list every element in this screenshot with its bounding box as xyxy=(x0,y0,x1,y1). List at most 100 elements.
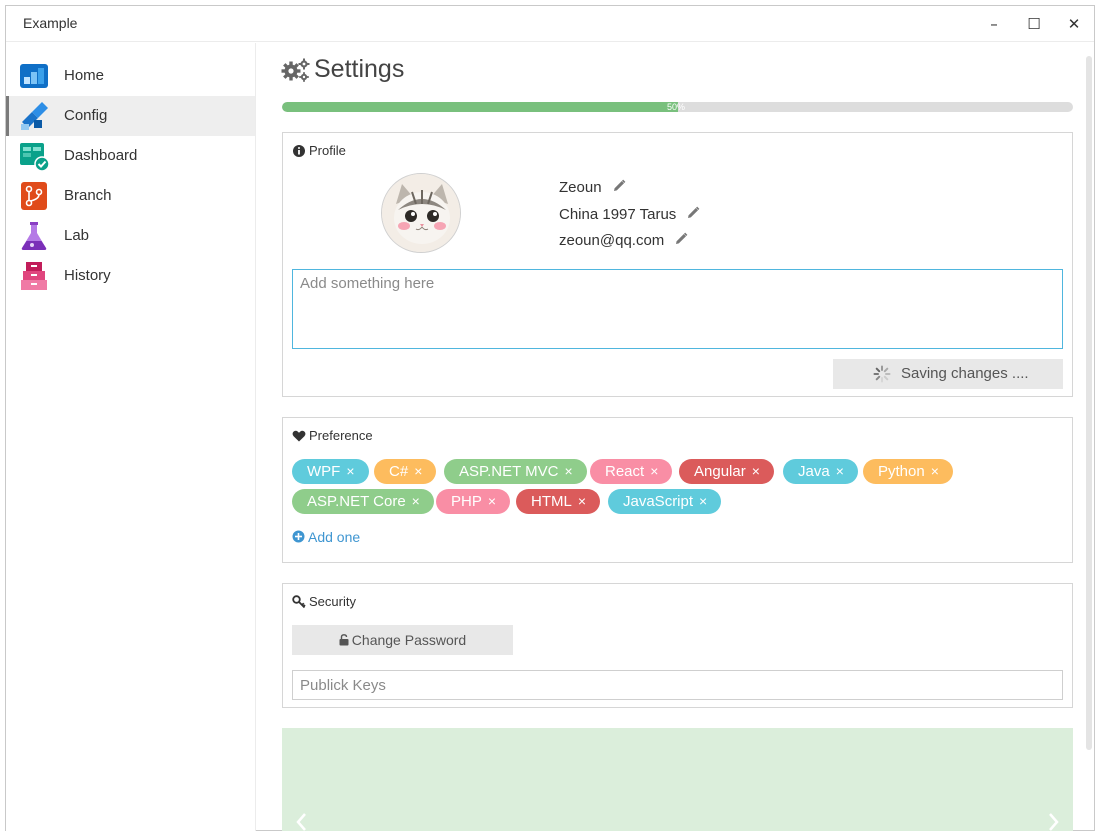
sidebar-item-label: Lab xyxy=(64,227,90,244)
tag-label: ASP.NET MVC xyxy=(459,463,559,480)
tag-remove-icon[interactable]: × xyxy=(650,463,658,479)
add-tag-link[interactable]: Add one xyxy=(292,529,360,545)
add-tag-label: Add one xyxy=(308,529,361,545)
info-circle-icon xyxy=(293,145,305,157)
window-title: Example xyxy=(23,15,78,31)
profile-card: Profile Zeoun China 1997 Tarus zeoun@qq.… xyxy=(282,132,1073,397)
tag-remove-icon[interactable]: × xyxy=(412,493,420,509)
home-icon xyxy=(20,64,48,88)
tag-label: C# xyxy=(389,463,409,480)
change-password-button[interactable]: Change Password xyxy=(292,625,513,655)
sidebar-item-home[interactable]: Home xyxy=(6,56,255,96)
history-icon xyxy=(21,262,47,290)
public-keys-input[interactable] xyxy=(292,670,1063,700)
maximize-button[interactable]: ☐ xyxy=(1019,12,1049,36)
tag-label: JavaScript xyxy=(623,493,694,510)
carousel xyxy=(282,728,1073,831)
sidebar-item-label: Dashboard xyxy=(64,147,138,164)
cat-avatar[interactable] xyxy=(381,173,461,253)
tag-remove-icon[interactable]: × xyxy=(752,463,760,479)
tag-python[interactable]: Python × xyxy=(863,459,953,484)
tag-remove-icon[interactable]: × xyxy=(836,463,844,479)
edit-pencil-icon[interactable] xyxy=(612,179,626,193)
config-icon xyxy=(21,102,48,130)
tag-react[interactable]: React × xyxy=(590,459,673,484)
tag-remove-icon[interactable]: × xyxy=(699,493,707,509)
progress-bar: 50% xyxy=(282,102,1073,112)
unlock-icon xyxy=(339,634,349,646)
avatar-image xyxy=(382,174,460,252)
profile-location-row: China 1997 Tarus xyxy=(559,206,700,223)
profile-email: zeoun@qq.com xyxy=(559,232,665,249)
branch-icon xyxy=(21,182,47,210)
profile-name-row: Zeoun xyxy=(559,179,626,196)
sidebar-item-label: Home xyxy=(64,67,105,84)
tag-remove-icon[interactable]: × xyxy=(578,493,586,509)
heart-icon xyxy=(292,430,306,442)
save-button-label: Saving changes .... xyxy=(901,365,1029,382)
tag-remove-icon[interactable]: × xyxy=(488,493,496,509)
plus-circle-icon xyxy=(292,530,305,543)
sidebar-nav: Home Config Dashboard Branch Lab History xyxy=(6,43,256,831)
progress-text: 50% xyxy=(667,102,686,112)
sidebar-item-lab[interactable]: Lab xyxy=(6,216,255,256)
sidebar-item-config[interactable]: Config xyxy=(6,96,255,136)
tag-java[interactable]: Java × xyxy=(783,459,858,484)
tag-wpf[interactable]: WPF × xyxy=(292,459,369,484)
lab-flask-icon xyxy=(21,222,47,250)
tag-label: PHP xyxy=(451,493,482,510)
sidebar-item-history[interactable]: History xyxy=(6,256,255,296)
profile-note-input[interactable] xyxy=(292,269,1063,349)
preference-card: Preference WPF × C# × ASP.NET MVC × React × … xyxy=(282,417,1073,563)
page-title: Settings xyxy=(314,55,405,83)
tag-aspnet-mvc[interactable]: ASP.NET MVC × xyxy=(444,459,587,484)
tag-remove-icon[interactable]: × xyxy=(931,463,939,479)
tag-label: ASP.NET Core xyxy=(307,493,406,510)
vertical-scrollbar[interactable] xyxy=(1086,56,1092,750)
tag-remove-icon[interactable]: × xyxy=(564,463,572,479)
dashboard-icon xyxy=(20,143,50,172)
sidebar-item-label: Branch xyxy=(64,187,112,204)
profile-heading-label: Profile xyxy=(309,143,346,158)
tag-javascript[interactable]: JavaScript × xyxy=(608,489,722,514)
edit-pencil-icon[interactable] xyxy=(674,232,688,246)
close-button[interactable]: ✕ xyxy=(1059,12,1089,36)
chevron-left-icon[interactable] xyxy=(292,810,312,831)
active-indicator xyxy=(6,96,9,136)
security-heading-label: Security xyxy=(309,594,356,609)
tag-remove-icon[interactable]: × xyxy=(414,463,422,479)
save-changes-button[interactable]: Saving changes .... xyxy=(833,359,1063,389)
tag-label: HTML xyxy=(531,493,572,510)
profile-name: Zeoun xyxy=(559,179,602,196)
profile-email-row: zeoun@qq.com xyxy=(559,232,688,249)
gears-icon xyxy=(281,58,310,82)
progress-fill xyxy=(282,102,678,112)
tag-angular[interactable]: Angular × xyxy=(679,459,774,484)
sidebar-item-label: Config xyxy=(64,107,108,124)
security-card: Security Change Password xyxy=(282,583,1073,708)
app-window: Example – ☐ ✕ Home Config Dashboard Bran… xyxy=(5,5,1095,831)
tag-label: Angular xyxy=(694,463,746,480)
preference-heading-label: Preference xyxy=(309,428,373,443)
settings-content: Settings 50% Profile Zeoun China 1997 Ta… xyxy=(257,43,1094,831)
tag-label: Python xyxy=(878,463,925,480)
tag-aspnet-core[interactable]: ASP.NET Core × xyxy=(292,489,434,514)
title-bar: Example – ☐ ✕ xyxy=(6,6,1094,42)
sidebar-item-branch[interactable]: Branch xyxy=(6,176,255,216)
tag-label: WPF xyxy=(307,463,341,480)
sidebar-item-dashboard[interactable]: Dashboard xyxy=(6,136,255,176)
tag-csharp[interactable]: C# × xyxy=(374,459,437,484)
edit-pencil-icon[interactable] xyxy=(686,206,700,220)
minimize-button[interactable]: – xyxy=(979,12,1009,36)
sidebar-item-label: History xyxy=(64,267,111,284)
tag-label: React xyxy=(605,463,645,480)
tag-php[interactable]: PHP × xyxy=(436,489,511,514)
profile-location: China 1997 Tarus xyxy=(559,206,677,223)
tag-remove-icon[interactable]: × xyxy=(346,463,354,479)
tag-label: Java xyxy=(798,463,830,480)
key-icon xyxy=(292,595,306,609)
chevron-right-icon[interactable] xyxy=(1043,810,1063,831)
change-password-label: Change Password xyxy=(351,632,467,648)
tag-html[interactable]: HTML × xyxy=(516,489,601,514)
loading-spinner-icon xyxy=(873,365,891,383)
